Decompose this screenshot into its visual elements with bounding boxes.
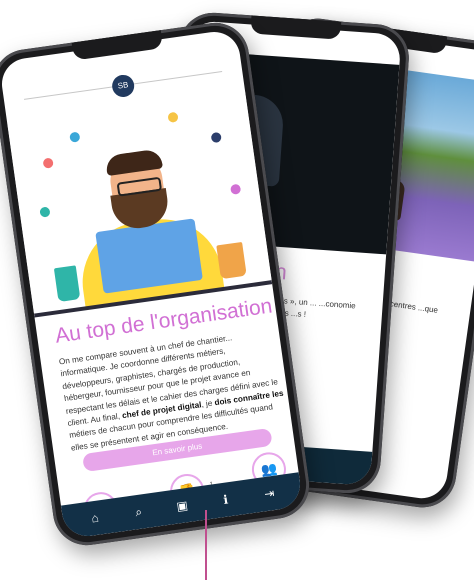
decor-dot xyxy=(229,183,242,195)
pencil-pot-shape xyxy=(53,265,81,303)
decor-dot xyxy=(210,131,222,144)
decor-dot xyxy=(167,111,179,123)
phones-mockup: pour ...ens où l'on ...d'équidés ...les … xyxy=(0,0,474,580)
pointer-line xyxy=(205,510,207,580)
app-logo[interactable]: SB xyxy=(110,73,136,99)
decor-dot xyxy=(42,157,54,169)
logout-icon[interactable]: ⇥ xyxy=(258,485,280,502)
decor-dot xyxy=(39,206,51,218)
mug-shape xyxy=(216,241,247,280)
hero-illustration xyxy=(7,90,273,318)
search-icon[interactable]: ⌕ xyxy=(128,503,150,521)
chat-icon[interactable]: ▣ xyxy=(171,497,193,514)
decor-dot xyxy=(69,131,81,143)
info-icon[interactable]: ℹ xyxy=(215,491,237,508)
home-icon[interactable]: ⌂ xyxy=(84,510,106,527)
